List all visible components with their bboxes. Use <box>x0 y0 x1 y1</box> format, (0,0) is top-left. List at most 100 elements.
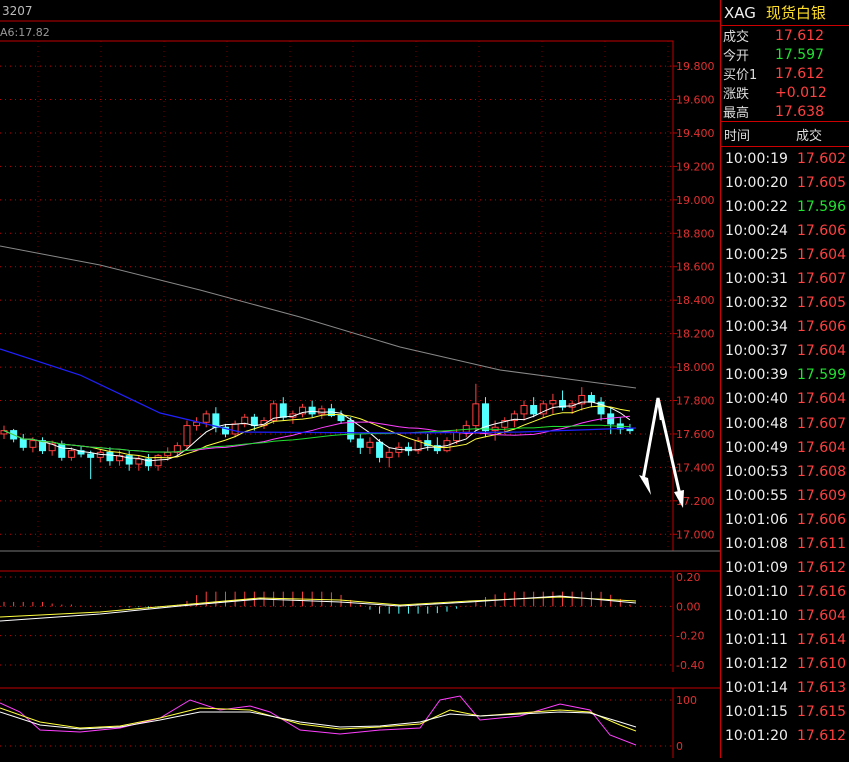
quote-value: 17.612 <box>775 65 824 82</box>
candle-body <box>318 408 326 415</box>
tick-row: 10:00:55 17.609 <box>721 484 849 508</box>
tick-row: 10:00:32 17.605 <box>721 291 849 315</box>
quote-value: 17.612 <box>775 27 824 44</box>
candle-body <box>29 440 37 448</box>
price-tick-label: 17.600 <box>676 428 715 441</box>
tick-time: 10:01:20 <box>725 728 788 745</box>
quote-row: 成交 17.612 <box>721 26 849 46</box>
candle-body <box>366 441 374 448</box>
tick-row: 10:00:48 17.607 <box>721 412 849 436</box>
tick-time: 10:01:10 <box>725 607 788 624</box>
tick-time: 10:01:11 <box>725 631 788 648</box>
tick-time: 10:01:12 <box>725 656 788 672</box>
arrow-head-1 <box>639 475 651 495</box>
tick-time: 10:00:19 <box>725 151 788 168</box>
chart-svg[interactable]: 3207 A6:17.82 19.800 19.600 19.400 19.200 19.0… <box>0 0 720 758</box>
tick-row: 10:01:06 17.606 <box>721 508 849 532</box>
tick-time: 10:00:40 <box>725 391 788 408</box>
tick-time: 10:00:24 <box>725 223 788 240</box>
tick-price: 17.606 <box>797 511 846 528</box>
kdj-tick-label: 0 <box>676 740 683 753</box>
quote-label: 成交 <box>723 30 750 45</box>
candle-body <box>385 451 393 458</box>
tick-price: 17.607 <box>797 415 846 432</box>
tick-row: 10:01:11 17.614 <box>721 628 849 652</box>
tick-row: 10:00:31 17.607 <box>721 267 849 291</box>
tick-price: 17.605 <box>797 295 846 312</box>
tick-price: 17.606 <box>797 223 846 240</box>
macd-tick-label: -0.40 <box>676 659 704 672</box>
candle-body <box>250 416 258 427</box>
tick-row: 10:01:08 17.611 <box>721 532 849 556</box>
tick-price: 17.613 <box>797 680 846 697</box>
candle-body <box>19 438 27 448</box>
candle-body <box>135 458 143 465</box>
ticks-header: 时间 成交 <box>721 121 849 147</box>
tick-row: 10:01:09 17.612 <box>721 556 849 580</box>
tick-price: 17.599 <box>797 367 846 384</box>
price-tick-label: 18.800 <box>676 227 715 240</box>
tick-price: 17.616 <box>797 583 846 600</box>
tick-price: 17.610 <box>797 656 846 672</box>
candle-body <box>549 400 557 405</box>
candle-body <box>587 394 595 403</box>
candle-body <box>202 413 210 423</box>
tick-row: 10:00:39 17.599 <box>721 363 849 387</box>
candle-body <box>308 406 316 415</box>
candle-body <box>472 403 480 427</box>
tick-row: 10:00:22 17.596 <box>721 195 849 219</box>
tick-time: 10:00:32 <box>725 295 788 312</box>
price-tick-label: 17.400 <box>676 461 715 474</box>
tick-time: 10:01:06 <box>725 511 788 528</box>
tick-row: 10:01:15 17.615 <box>721 700 849 724</box>
candle-body <box>347 420 355 440</box>
ma-readout: A6:17.82 <box>0 26 50 39</box>
tick-row: 10:00:19 17.602 <box>721 147 849 171</box>
chart-code: 3207 <box>2 4 33 18</box>
quote-rows: 成交 17.612 今开 17.597 买价1 17.612 涨跌 +0.012 最高 17.63… <box>721 26 849 122</box>
price-tick-label: 18.000 <box>676 361 715 374</box>
tick-time: 10:00:48 <box>725 415 788 432</box>
price-tick-label: 19.200 <box>676 160 715 173</box>
candle-body <box>231 423 239 435</box>
tick-price: 17.611 <box>797 535 846 552</box>
tick-row: 10:01:10 17.604 <box>721 604 849 628</box>
quote-panel: XAG 现货白银 成交 17.612 今开 17.597 买价1 17.612 涨跌 +0.0… <box>720 0 849 758</box>
symbol-code: XAG <box>724 3 756 22</box>
tick-price: 17.605 <box>797 175 846 192</box>
quote-value: 17.638 <box>775 103 824 120</box>
candle-body <box>279 403 287 418</box>
candle-body <box>376 441 384 458</box>
candle-body <box>125 455 133 465</box>
tick-price: 17.596 <box>797 199 846 216</box>
tick-row: 10:00:49 17.604 <box>721 436 849 460</box>
kdj-tick-label: 100 <box>676 694 697 707</box>
kline-chart[interactable]: 3207 A6:17.82 19.800 19.600 19.400 19.200 19.0… <box>0 0 720 758</box>
tick-row: 10:00:20 17.605 <box>721 171 849 195</box>
tick-price: 17.606 <box>797 319 846 336</box>
tick-time: 10:00:34 <box>725 319 788 336</box>
quote-label: 买价1 <box>723 68 758 83</box>
ticks-list[interactable]: 10:00:19 17.602 10:00:20 17.605 10:00:22 17.5… <box>721 147 849 748</box>
tick-price: 17.604 <box>797 343 846 360</box>
price-tick-label: 19.800 <box>676 60 715 73</box>
tick-time: 10:00:20 <box>725 175 788 192</box>
candle-body <box>67 450 75 458</box>
quote-row: 今开 17.597 <box>721 45 849 65</box>
tick-price: 17.614 <box>797 631 846 648</box>
candle-body <box>183 425 191 447</box>
tick-price: 17.608 <box>797 463 846 480</box>
tick-price: 17.604 <box>797 247 846 264</box>
price-tick-label: 18.200 <box>676 328 715 341</box>
macd-tick-label: 0.20 <box>676 571 701 584</box>
tick-row: 10:01:20 17.612 <box>721 724 849 748</box>
tick-price: 17.604 <box>797 391 846 408</box>
tick-time: 10:00:53 <box>725 463 788 480</box>
kdj-d-line <box>0 707 637 732</box>
tick-row: 10:00:25 17.604 <box>721 243 849 267</box>
quote-label: 今开 <box>723 49 750 64</box>
price-tick-label: 19.600 <box>676 94 715 107</box>
macd-tick-label: -0.20 <box>676 630 704 643</box>
ticks-header-time: 时间 <box>724 128 751 144</box>
tick-row: 10:00:24 17.606 <box>721 219 849 243</box>
